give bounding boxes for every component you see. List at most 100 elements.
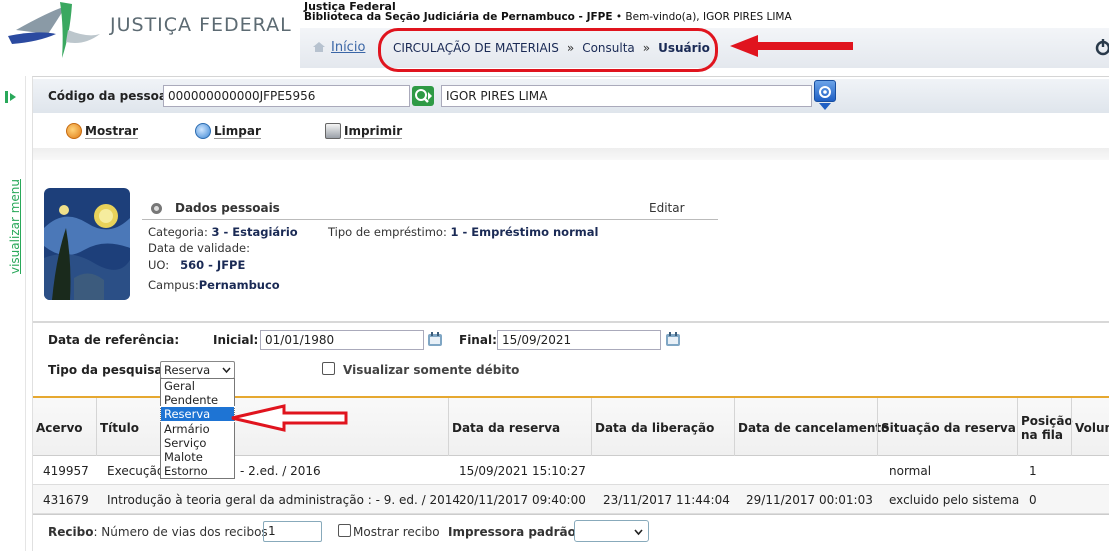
col-posicao-line1[interactable]: Posição	[1021, 414, 1073, 428]
library-name: Biblioteca da Seção Judiciária de Pernam…	[304, 11, 613, 23]
clear-icon	[195, 123, 211, 139]
debt-only-checkbox[interactable]	[322, 362, 335, 375]
category-field: Categoria: 3 - Estagiário	[148, 225, 298, 239]
show-icon	[66, 123, 82, 139]
debt-only-label: Visualizar somente débito	[343, 363, 520, 377]
uo-value: 560 - JFPE	[180, 258, 246, 272]
category-value: 3 - Estagiário	[211, 225, 298, 239]
library-welcome: Biblioteca da Seção Judiciária de Pernam…	[304, 11, 792, 23]
clear-button-label: Limpar	[214, 123, 261, 139]
chevron-down-icon[interactable]	[819, 103, 831, 110]
ref-date-label: Data de referência:	[48, 333, 180, 347]
end-date-label: Final:	[459, 333, 497, 347]
option-malote[interactable]: Malote	[161, 450, 234, 464]
cell-titulo-tail: - 2.ed. / 2016	[240, 464, 321, 478]
option-geral[interactable]: Geral	[161, 379, 234, 393]
col-data-liberacao[interactable]: Data da liberação	[595, 421, 714, 435]
show-receipt-checkbox[interactable]	[338, 524, 351, 537]
cell-data-cancelamento: 29/11/2017 00:01:03	[746, 493, 873, 507]
option-armario[interactable]: Armário	[161, 422, 234, 436]
search-type-selected: Reserva	[164, 363, 211, 377]
col-data-cancelamento[interactable]: Data de cancelamento	[738, 421, 889, 435]
option-reserva[interactable]: Reserva	[160, 406, 235, 422]
chevron-down-icon	[634, 529, 643, 536]
cell-titulo: Introdução à teoria geral da administraç…	[107, 493, 461, 507]
search-type-label: Tipo da pesquisa:	[48, 363, 168, 377]
person-lookup-button[interactable]	[814, 80, 836, 102]
cell-posicao: 0	[1029, 493, 1037, 507]
person-code-input[interactable]: 000000000000JFPE5956	[163, 85, 410, 107]
cell-data-reserva: 20/11/2017 09:40:00	[459, 493, 586, 507]
col-situacao[interactable]: Situação da reserva	[881, 421, 1016, 435]
start-date-input[interactable]: 01/01/1980	[260, 330, 424, 350]
col-titulo[interactable]: Título	[100, 421, 139, 435]
show-menu-link[interactable]: visualizar menu	[8, 179, 22, 274]
left-sidebar-strip	[0, 76, 26, 551]
search-person-icon[interactable]	[412, 86, 434, 106]
person-lookup-icon	[819, 86, 831, 98]
home-icon[interactable]	[312, 41, 326, 53]
loan-type-value: 1 - Empréstimo normal	[450, 225, 599, 239]
campus-label: Campus:	[148, 278, 199, 292]
campus-value: Pernambuco	[198, 278, 280, 292]
person-code-label: Código da pessoa:	[48, 89, 172, 103]
col-data-reserva[interactable]: Data da reserva	[452, 421, 560, 435]
print-button-label: Imprimir	[344, 123, 403, 139]
user-photo	[44, 188, 130, 300]
cell-acervo: 419957	[43, 464, 89, 478]
logout-icon[interactable]	[1094, 38, 1109, 56]
print-button[interactable]: Imprimir	[325, 123, 403, 139]
copies-label: : Número de vias dos recibos	[93, 525, 268, 539]
logo-text: JUSTIÇA FEDERAL	[110, 14, 292, 36]
footer-divider	[33, 514, 1109, 515]
section-divider	[33, 148, 1109, 160]
calendar-icon[interactable]	[665, 331, 681, 347]
person-name-input[interactable]: IGOR PIRES LIMA	[441, 85, 812, 107]
loan-type-field: Tipo de empréstimo: 1 - Empréstimo norma…	[328, 225, 598, 239]
end-date-input[interactable]: 15/09/2021	[497, 330, 661, 350]
copies-input[interactable]: 1	[263, 521, 322, 542]
home-link[interactable]: Início	[331, 40, 365, 55]
cell-posicao: 1	[1029, 464, 1037, 478]
cell-acervo: 431679	[43, 493, 89, 507]
annotation-arrow-icon	[231, 404, 348, 432]
col-acervo[interactable]: Acervo	[36, 421, 83, 435]
search-type-select[interactable]: Reserva	[160, 361, 235, 379]
option-pendente[interactable]: Pendente	[161, 393, 234, 407]
cell-situacao: excluido pelo sistema	[889, 493, 1020, 507]
start-date-label: Inicial:	[213, 333, 259, 347]
option-estorno[interactable]: Estorno	[161, 464, 234, 478]
personal-data-divider	[142, 219, 718, 220]
edit-link[interactable]: Editar	[649, 201, 685, 215]
personal-data-toggle-icon[interactable]	[151, 203, 162, 214]
sep-bullet: •	[615, 11, 623, 23]
show-receipt-label: Mostrar recibo	[353, 525, 440, 539]
show-button[interactable]: Mostrar	[66, 123, 138, 139]
printer-icon	[325, 123, 341, 139]
campus-field: Campus:Pernambuco	[148, 278, 280, 292]
receipt-label: Recibo: Número de vias dos recibos	[48, 525, 268, 539]
col-posicao-line2: na fila	[1021, 428, 1063, 442]
uo-label: UO:	[148, 258, 170, 272]
welcome-text: Bem-vindo(a), IGOR PIRES LIMA	[625, 11, 792, 23]
calendar-icon[interactable]	[427, 331, 443, 347]
category-label: Categoria:	[148, 225, 208, 239]
option-servico[interactable]: Serviço	[161, 436, 234, 450]
receipt-title: Recibo	[48, 525, 94, 539]
justica-federal-logo-icon	[8, 2, 100, 58]
printer-select[interactable]	[574, 520, 649, 542]
cell-titulo: Execução	[107, 464, 165, 478]
filter-divider	[33, 321, 1109, 323]
printer-label: Impressora padrão:	[448, 525, 581, 539]
annotation-arrow-icon	[730, 35, 853, 57]
expand-menu-icon[interactable]	[5, 91, 17, 103]
clear-button[interactable]: Limpar	[195, 123, 261, 139]
show-button-label: Mostrar	[85, 123, 138, 139]
loan-type-label: Tipo de empréstimo:	[328, 225, 447, 239]
annotation-oval	[378, 28, 718, 72]
validity-field: Data de validade:	[148, 241, 250, 255]
col-volume[interactable]: Volum	[1075, 421, 1109, 435]
uo-field: UO: 560 - JFPE	[148, 258, 245, 272]
table-row[interactable]: 431679 Introdução à teoria geral da admi…	[33, 485, 1109, 514]
personal-data-title: Dados pessoais	[175, 201, 280, 215]
